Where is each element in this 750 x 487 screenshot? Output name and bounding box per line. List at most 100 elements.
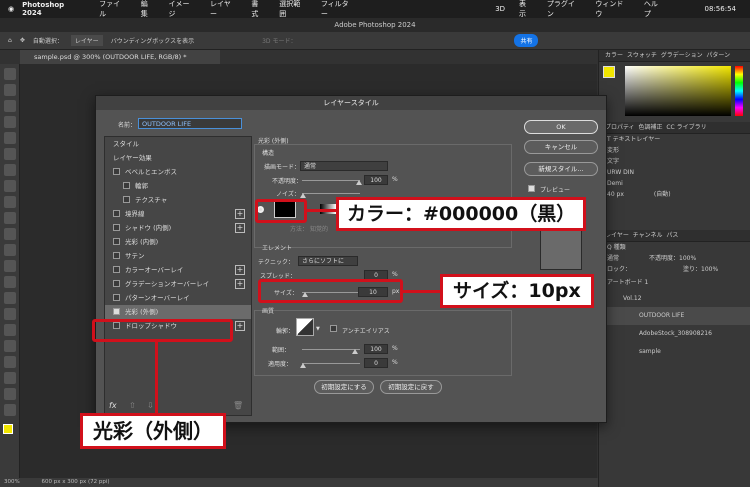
style-item[interactable]: シャドウ (内側) + [105, 221, 251, 235]
eraser-tool-icon[interactable] [3, 260, 16, 272]
style-item[interactable]: テクスチャ [105, 193, 251, 207]
range-input[interactable]: 100 [364, 344, 388, 354]
document-tab[interactable]: sample.psd @ 300% (OUTDOOR LIFE, RGB/8) … [20, 50, 220, 64]
color-picker[interactable] [599, 62, 750, 122]
menu-type[interactable]: 書式 [251, 0, 265, 19]
fx-icon[interactable]: fx [109, 401, 117, 410]
jitter-input[interactable]: 0 [364, 358, 388, 368]
move-tool-icon[interactable]: ✥ [20, 37, 25, 44]
select-tool-icon[interactable] [3, 132, 16, 144]
tab-patterns[interactable]: パターン [706, 52, 730, 59]
style-item[interactable]: パターンオーバーレイ [105, 291, 251, 305]
font-size-row[interactable]: 40 px (自動) [599, 189, 750, 200]
menu-select[interactable]: 選択範囲 [279, 0, 307, 19]
dodge-tool-icon[interactable] [3, 308, 16, 320]
layer-row[interactable]: OUTDOOR LIFE [599, 307, 750, 325]
lasso-tool-icon[interactable] [3, 116, 16, 128]
layer-row[interactable]: sample [599, 343, 750, 361]
color-swatches[interactable] [0, 422, 19, 444]
layer-blend[interactable]: 通常 [607, 255, 619, 262]
style-item-checkbox[interactable] [113, 252, 120, 259]
blend-mode-select[interactable]: 通常 [300, 161, 388, 171]
technique-select[interactable]: さらにソフトに [298, 256, 358, 266]
pen-tool-icon[interactable] [3, 324, 16, 336]
style-item[interactable]: 光彩 (外側) [105, 305, 251, 319]
menu-3d[interactable]: 3D [495, 5, 505, 13]
add-effect-icon[interactable]: + [235, 265, 245, 275]
eyedropper-tool-icon[interactable] [3, 180, 16, 192]
layer-filter[interactable]: Q 種類 [599, 242, 750, 253]
leading[interactable]: (自動) [654, 191, 671, 198]
effects-header[interactable]: レイヤー効果 [105, 151, 251, 165]
type-tool-icon[interactable] [3, 340, 16, 352]
tab-channels[interactable]: チャンネル [633, 232, 663, 239]
layer-row[interactable]: AdobeStock_308908216 [599, 325, 750, 343]
method-select[interactable]: 知覚的 [310, 224, 328, 233]
contour-picker[interactable] [296, 318, 314, 336]
style-item-checkbox[interactable] [123, 182, 130, 189]
style-item-checkbox[interactable] [113, 224, 120, 231]
range-slider-knob[interactable] [352, 349, 358, 354]
style-item-checkbox[interactable] [113, 280, 120, 287]
layer-opacity[interactable]: 100% [679, 255, 696, 262]
fg-color-icon[interactable] [603, 66, 615, 78]
menu-image[interactable]: イメージ [169, 0, 196, 19]
style-item[interactable]: サテン [105, 249, 251, 263]
trash-icon[interactable]: 🗑 [233, 401, 243, 410]
styles-header[interactable]: スタイル [105, 137, 251, 151]
noise-slider-knob[interactable] [300, 193, 306, 198]
opacity-input[interactable]: 100 [364, 175, 388, 185]
path-select-icon[interactable] [3, 356, 16, 368]
menu-help[interactable]: ヘルプ [644, 0, 665, 19]
style-item[interactable]: 輪郭 [105, 179, 251, 193]
tab-color[interactable]: カラー [605, 52, 623, 59]
tab-layers[interactable]: レイヤー [605, 232, 629, 239]
gradient-tool-icon[interactable] [3, 276, 16, 288]
app-menu[interactable]: Photoshop 2024 [22, 1, 85, 17]
style-item-checkbox[interactable] [113, 266, 120, 273]
menu-view[interactable]: 表示 [519, 0, 533, 19]
frame-tool-icon[interactable] [3, 164, 16, 176]
preview-checkbox[interactable] [528, 185, 535, 192]
noise-slider[interactable] [302, 193, 360, 194]
font-weight-select[interactable]: Demi [599, 178, 750, 189]
bounding-box-toggle[interactable]: バウンディングボックスを表示 [111, 36, 194, 45]
antialias-checkbox[interactable] [330, 325, 337, 332]
home-icon[interactable]: ⌂ [8, 37, 12, 44]
auto-select-label[interactable]: 自動選択： [33, 36, 63, 45]
tab-libraries[interactable]: CC ライブラリ [666, 124, 706, 131]
jitter-slider-knob[interactable] [300, 363, 306, 368]
contour-dropdown-icon[interactable]: ▼ [316, 326, 320, 332]
add-effect-icon[interactable]: + [235, 209, 245, 219]
move-tool-icon[interactable] [3, 68, 16, 80]
layers-tabs[interactable]: レイヤー チャンネル パス [599, 230, 750, 242]
layer-fill[interactable]: 100% [701, 266, 718, 273]
style-item[interactable]: ベベルとエンボス [105, 165, 251, 179]
color-panel-tabs[interactable]: カラー スウォッチ グラデーション パターン [599, 50, 750, 62]
move-up-icon[interactable]: ⇧ [129, 401, 136, 410]
tab-paths[interactable]: パス [666, 232, 678, 239]
artboard-tool-icon[interactable] [3, 84, 16, 96]
zoom-tool-icon[interactable] [3, 404, 16, 416]
share-button[interactable]: 共有 [514, 34, 539, 47]
style-item-checkbox[interactable] [123, 196, 130, 203]
marquee-tool-icon[interactable] [3, 100, 16, 112]
crop-tool-icon[interactable] [3, 148, 16, 160]
layer-row[interactable]: アートボード 1 [599, 275, 750, 291]
style-item-checkbox[interactable] [113, 238, 120, 245]
new-style-button[interactable]: 新規スタイル... [524, 162, 598, 176]
blur-tool-icon[interactable] [3, 292, 16, 304]
layer-select[interactable]: レイヤー [70, 35, 103, 46]
tab-swatches[interactable]: スウォッチ [627, 52, 657, 59]
foreground-color-icon[interactable] [3, 424, 13, 434]
move-down-icon[interactable]: ⇩ [147, 401, 154, 410]
add-effect-icon[interactable]: + [235, 223, 245, 233]
menu-filter[interactable]: フィルター [321, 0, 355, 19]
menu-layer[interactable]: レイヤー [210, 0, 237, 19]
style-item-checkbox[interactable] [113, 294, 120, 301]
tab-gradients[interactable]: グラデーション [661, 52, 703, 59]
tab-adjustments[interactable]: 色調補正 [638, 124, 662, 131]
cancel-button[interactable]: キャンセル [524, 140, 598, 154]
layer-blend-row[interactable]: 通常 不透明度：100% [599, 253, 750, 264]
menu-plugins[interactable]: プラグイン [547, 0, 582, 19]
